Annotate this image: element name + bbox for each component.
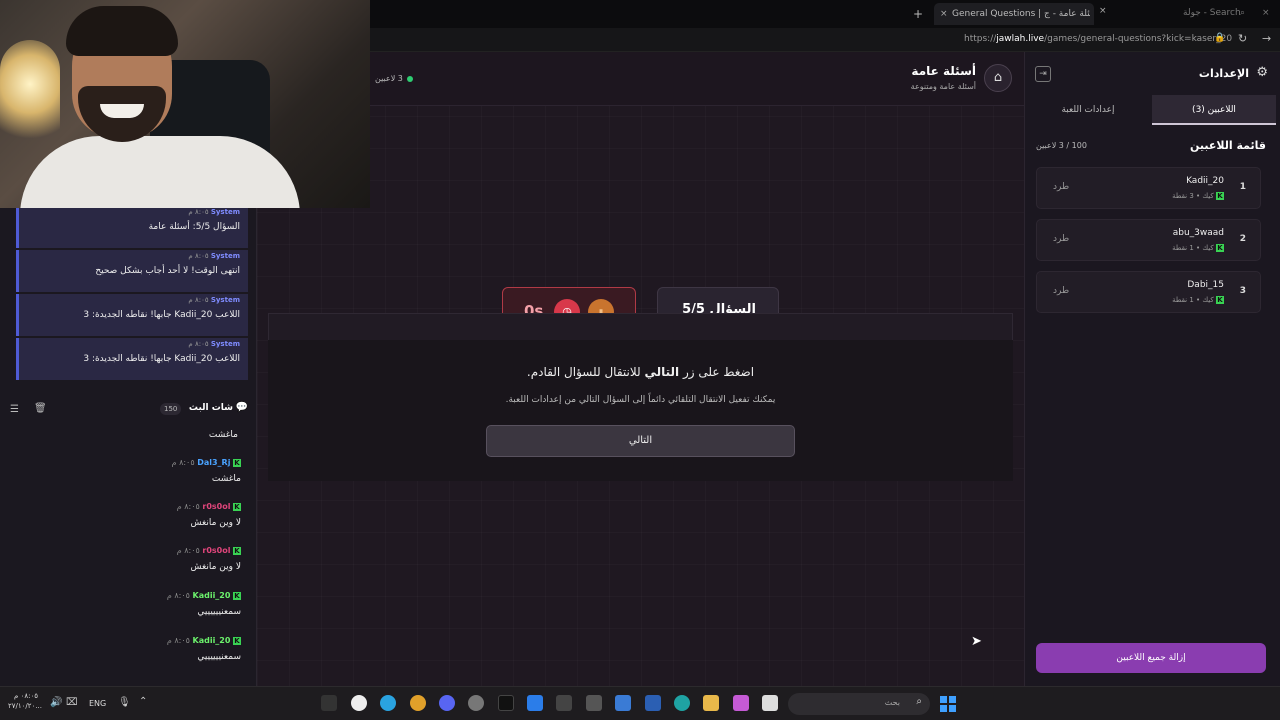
system-message: System ٨:٠٥ م اللاعب Kadii_20 جابها! نقا… — [16, 294, 248, 336]
chat-message: K Dal3_Rj ٨:٠٥ م ماغشت — [171, 458, 241, 484]
search-icon[interactable]: ⌕ — [1240, 8, 1245, 18]
chat-message: K Kadii_20 ٨:٠٥ م سمعنييييييي — [166, 591, 241, 617]
settings-title: الإعدادات — [1198, 67, 1249, 80]
streamer-shirt — [20, 136, 300, 208]
microphone-icon[interactable]: 🎙 — [118, 697, 131, 708]
search-icon: ⌕ — [916, 696, 922, 707]
copilot-icon[interactable] — [733, 695, 749, 711]
kick-player-button[interactable]: طرد — [1053, 286, 1069, 296]
game-title: أسئلة عامة — [911, 64, 976, 78]
mouse-cursor: ➤ — [971, 634, 982, 649]
store-icon[interactable] — [615, 695, 631, 711]
collapse-panel-icon[interactable]: ⇥ — [1035, 66, 1051, 82]
kick-player-button[interactable]: طرد — [1053, 182, 1069, 192]
auto-advance-hint: يمكنك تفعيل الانتقال التلقائي دائماً إلى… — [505, 395, 776, 405]
chevron-up-icon[interactable]: ⌃ — [139, 696, 147, 707]
close-tab-icon[interactable]: × — [1262, 8, 1270, 18]
taskbar-search[interactable]: بحث ⌕ — [788, 693, 930, 715]
chat-header: ☰ 🗑 150 شات البث 💬 — [0, 396, 257, 424]
close-tab-icon[interactable]: × — [940, 9, 948, 19]
align-icon[interactable]: ☰ — [10, 404, 19, 415]
home-icon[interactable]: ⌂ — [984, 64, 1012, 92]
kick-icon: K — [233, 591, 241, 600]
app-window-icon[interactable] — [527, 695, 543, 711]
remove-all-players-button[interactable]: إزالة جميع اللاعبين — [1036, 643, 1266, 673]
kick-icon: K — [233, 458, 241, 467]
forward-arrow-icon[interactable]: → — [1262, 32, 1271, 45]
players-list-title: قائمة اللاعبين — [1190, 139, 1266, 152]
volume-icon[interactable]: 🔊 — [50, 697, 62, 708]
players-capacity: 100 / 3 لاعبين — [1036, 141, 1087, 150]
kick-icon: K — [233, 546, 241, 555]
chat-bubble-icon: 💬 — [235, 402, 248, 413]
url-text[interactable]: https://jawlah.live/games/general-questi… — [964, 34, 1232, 44]
trash-icon[interactable]: 🗑 — [34, 403, 47, 414]
settings-app-icon[interactable] — [468, 695, 484, 711]
chat-title: شات البث — [188, 403, 233, 413]
tiktok-icon[interactable] — [498, 695, 514, 711]
active-tab[interactable]: × General Questions | أسئلة عامة - ج... — [934, 3, 1094, 25]
close-tab-icon[interactable]: × — [1099, 6, 1107, 16]
gear-icon: ⚙ — [1256, 65, 1268, 80]
terminal-icon[interactable] — [321, 695, 337, 711]
mail-icon[interactable] — [645, 695, 661, 711]
new-tab-button[interactable]: + — [913, 7, 923, 21]
network-icon[interactable]: ⌧ — [66, 697, 78, 708]
kick-icon: K — [1216, 192, 1224, 200]
player-row: 1 Kadii_20 K كيك • 3 نقطة طرد — [1036, 167, 1261, 209]
kick-icon: K — [233, 636, 241, 645]
system-clock[interactable]: ٠٨:٠٥ م ٢٧/١٠/٢٠... — [8, 691, 42, 711]
next-button[interactable]: التالي — [486, 425, 795, 457]
online-dot — [407, 76, 413, 82]
lamp-light — [0, 40, 60, 150]
file-explorer-icon[interactable] — [703, 695, 719, 711]
edge-browser-icon[interactable] — [674, 695, 690, 711]
game-subtitle: أسئلة عامة ومتنوعة — [910, 82, 976, 91]
chat-message: K r0s0ol ٨:٠٥ م لا وين مانغش — [176, 502, 241, 528]
tab2-title[interactable]: جولة - Search — [1183, 8, 1241, 18]
language-indicator[interactable]: ENG — [89, 699, 106, 708]
tab-players[interactable]: اللاعبين (3) — [1152, 95, 1276, 125]
tab-game-settings[interactable]: إعدادات اللعبة — [1026, 95, 1150, 125]
system-message: System ٨:٠٥ م انتهى الوقت! لا أحد أجاب ب… — [16, 250, 248, 292]
system-message: System ٨:٠٥ م السؤال 5/5: أسئلة عامة — [16, 206, 248, 248]
chat-message: K Kadii_20 ٨:٠٥ م سمعنييييييي — [166, 636, 241, 662]
discord-icon[interactable] — [439, 695, 455, 711]
chat-message: K r0s0ol ٨:٠٥ م لا وين مانغش — [176, 546, 241, 572]
tab-title: General Questions | أسئلة عامة - ج... — [952, 9, 1090, 19]
webcam-overlay — [0, 0, 370, 208]
chat-message-text: ماغشت — [208, 430, 238, 440]
obs-icon[interactable] — [586, 695, 602, 711]
players-online: 3 لاعبين — [375, 74, 403, 83]
kick-player-button[interactable]: طرد — [1053, 234, 1069, 244]
next-prompt: اضغط على زر التالي للانتقال للسؤال القاد… — [526, 365, 755, 379]
kick-icon: K — [1216, 244, 1224, 252]
reload-icon[interactable]: ↻ — [1238, 32, 1247, 45]
player-row: 3 Dabi_15 K كيك • 1 نقطة طرد — [1036, 271, 1261, 313]
app-icon[interactable] — [410, 695, 426, 711]
streamer-hair — [66, 6, 178, 56]
game-header: ⌂ أسئلة عامة أسئلة عامة ومتنوعة 3 لاعبين — [257, 52, 1024, 106]
next-question-overlay: اضغط على زر التالي للانتقال للسؤال القاد… — [268, 340, 1013, 481]
kick-icon: K — [1216, 296, 1224, 304]
system-message: System ٨:٠٥ م اللاعب Kadii_20 جابها! نقا… — [16, 338, 248, 380]
telegram-icon[interactable] — [380, 695, 396, 711]
windows-taskbar: ٠٨:٠٥ م ٢٧/١٠/٢٠... 🔊 ⌧ ENG 🎙 ⌃ بحث ⌕ — [0, 686, 1280, 720]
player-row: 2 abu_3waad K كيك • 1 نقطة طرد — [1036, 219, 1261, 261]
windows-start-icon[interactable] — [940, 696, 956, 712]
media-player-icon[interactable] — [351, 695, 367, 711]
window-icon[interactable] — [762, 695, 778, 711]
kick-icon: K — [233, 502, 241, 511]
ctrl-app-icon[interactable] — [556, 695, 572, 711]
viewer-count-badge: 150 — [160, 403, 182, 415]
lock-icon: 🔒 — [1214, 33, 1226, 43]
